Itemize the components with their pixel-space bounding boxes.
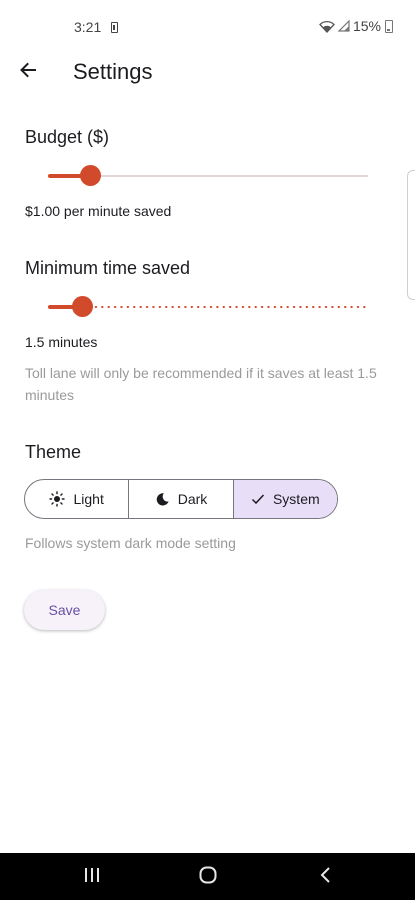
recents-icon xyxy=(83,867,101,888)
battery-saver-icon xyxy=(111,22,118,33)
budget-value: $1.00 per minute saved xyxy=(25,203,172,219)
status-icons: 15% xyxy=(319,18,393,34)
battery-percent: 15% xyxy=(352,18,381,34)
theme-option-label: Dark xyxy=(177,491,208,507)
budget-slider[interactable] xyxy=(48,164,368,188)
home-button[interactable] xyxy=(196,865,220,889)
min-time-title: Minimum time saved xyxy=(25,258,191,278)
navigation-bar xyxy=(0,853,415,900)
wifi-icon xyxy=(319,20,335,33)
theme-option-label: System xyxy=(272,491,320,507)
arrow-back-icon xyxy=(18,60,38,85)
sun-icon xyxy=(49,491,66,507)
min-time-value: 1.5 minutes xyxy=(25,334,98,350)
home-icon xyxy=(199,866,217,889)
recents-button[interactable] xyxy=(80,865,104,889)
min-time-slider-ticks xyxy=(48,305,368,309)
theme-title: Theme xyxy=(25,442,82,462)
edge-panel-handle[interactable] xyxy=(407,170,415,300)
page-title: Settings xyxy=(73,59,153,84)
save-button[interactable]: Save xyxy=(24,590,105,630)
theme-option-dark[interactable]: Dark xyxy=(128,480,232,518)
back-icon xyxy=(319,866,331,889)
theme-option-label: Light xyxy=(73,491,104,507)
theme-help-text: Follows system dark mode setting xyxy=(25,535,236,551)
theme-segmented-button: Light Dark System xyxy=(24,479,338,519)
budget-slider-thumb[interactable] xyxy=(79,165,101,186)
min-time-slider[interactable] xyxy=(48,295,368,319)
app-bar: Settings xyxy=(0,50,415,94)
moon-icon xyxy=(155,492,170,507)
signal-icon xyxy=(337,20,350,32)
battery-icon xyxy=(385,19,393,33)
status-bar: 3:21 15% xyxy=(0,0,415,56)
budget-title: Budget ($) xyxy=(25,127,110,147)
status-time: 3:21 xyxy=(74,19,102,35)
theme-option-system[interactable]: System xyxy=(232,480,337,518)
check-icon xyxy=(251,493,265,505)
min-time-slider-thumb[interactable] xyxy=(71,296,93,317)
min-time-help-text: Toll lane will only be recommended if it… xyxy=(25,365,377,403)
back-button[interactable] xyxy=(14,58,42,86)
theme-option-light[interactable]: Light xyxy=(25,480,128,518)
nav-back-button[interactable] xyxy=(313,865,337,889)
